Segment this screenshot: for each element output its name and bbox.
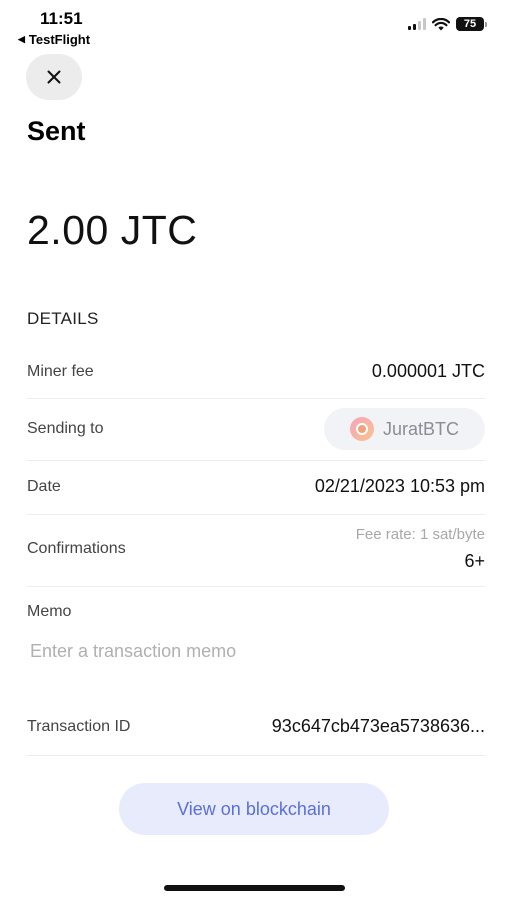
recipient-name: JuratBTC (382, 418, 459, 439)
transaction-id-label: Transaction ID (27, 717, 131, 735)
close-button[interactable] (26, 54, 82, 100)
back-app-label: TestFlight (28, 32, 91, 47)
avatar-icon (349, 417, 374, 441)
signal-icon (408, 18, 426, 30)
divider (27, 586, 485, 587)
confirmations-label: Confirmations (27, 540, 126, 557)
recipient-chip[interactable]: JuratBTC (323, 408, 485, 450)
miner-fee-label: Miner fee (27, 362, 94, 380)
divider (27, 755, 485, 756)
transaction-id-row: Transaction ID 93c647cb473ea5738636... (27, 716, 485, 737)
back-arrow-icon: ◀ (18, 34, 25, 44)
miner-fee-row: Miner fee 0.000001 JTC (27, 361, 485, 382)
view-on-blockchain-button[interactable]: View on blockchain (119, 783, 389, 835)
date-label: Date (27, 477, 61, 495)
transaction-amount: 2.00 JTC (27, 207, 198, 253)
back-to-app-link[interactable]: ◀ TestFlight (18, 32, 90, 47)
memo-label: Memo (27, 603, 72, 620)
sending-to-label: Sending to (27, 420, 104, 437)
details-section-label: DETAILS (27, 309, 99, 328)
fee-rate: Fee rate: 1 sat/byte (355, 526, 485, 543)
miner-fee-value: 0.000001 JTC (371, 361, 485, 381)
confirmations-value: 6+ (464, 551, 485, 571)
divider (27, 514, 485, 515)
battery-icon: 75 (456, 17, 487, 31)
status-time: 11:51 (40, 9, 83, 28)
date-value: 02/21/2023 10:53 pm (314, 476, 485, 496)
battery-level: 75 (456, 17, 484, 31)
transaction-id-value[interactable]: 93c647cb473ea5738636... (272, 716, 485, 737)
wifi-icon (432, 17, 450, 30)
sending-to-row: Sending to JuratBTC (27, 408, 485, 450)
home-indicator[interactable] (164, 885, 345, 891)
date-row: Date 02/21/2023 10:53 pm (27, 476, 485, 497)
confirmations-info: Fee rate: 1 sat/byte 6+ (356, 526, 485, 572)
divider (27, 398, 485, 399)
status-bar: 11:51 ◀ TestFlight 75 (0, 0, 507, 50)
memo-input[interactable] (27, 636, 485, 666)
confirmations-row: Confirmations Fee rate: 1 sat/byte 6+ (27, 526, 485, 572)
close-icon (47, 70, 61, 84)
status-icons: 75 (408, 17, 487, 31)
divider (27, 460, 485, 461)
page-title: Sent (27, 116, 86, 146)
